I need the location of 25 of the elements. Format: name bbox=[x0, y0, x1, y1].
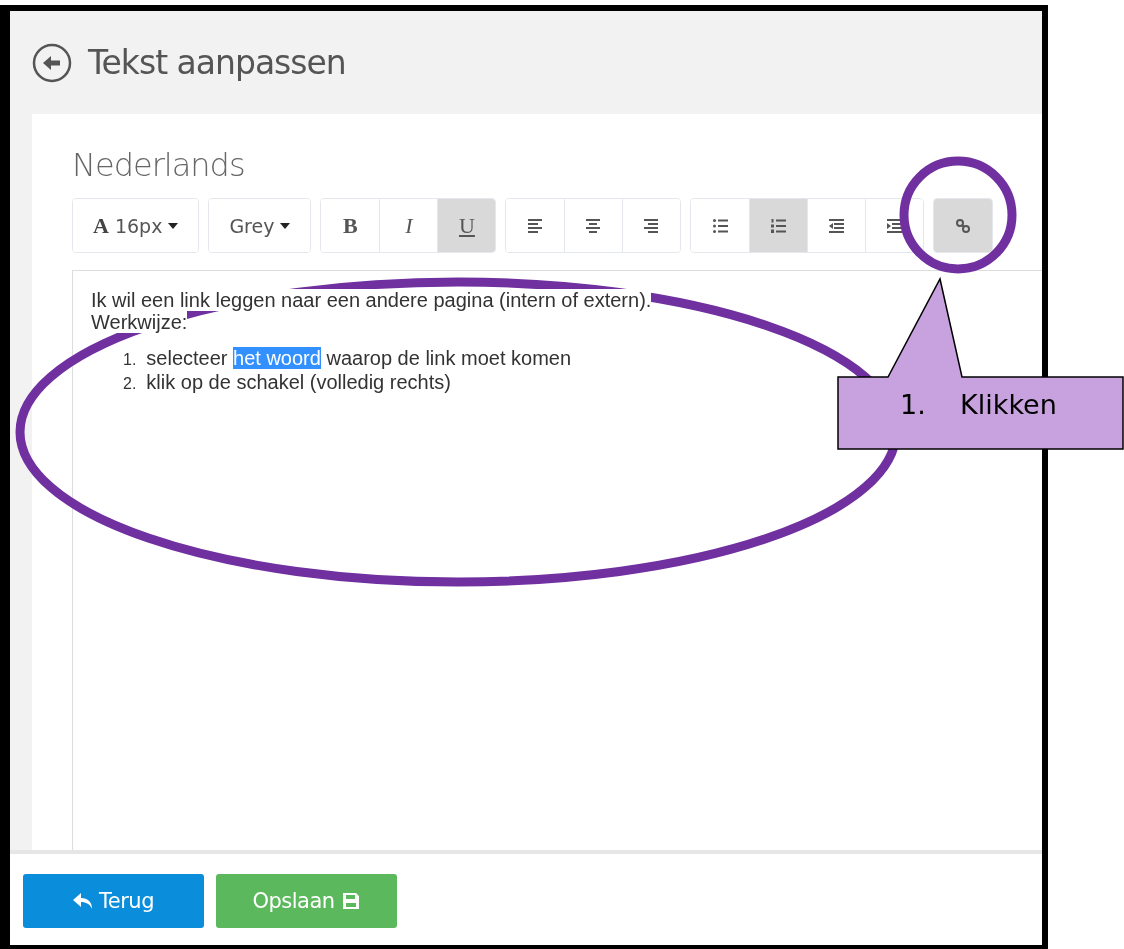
indent-icon bbox=[887, 218, 903, 233]
align-right-icon bbox=[644, 218, 660, 233]
list-number: 2. bbox=[123, 374, 137, 394]
language-heading: Nederlands bbox=[72, 146, 246, 184]
outdent-icon bbox=[829, 218, 845, 233]
reply-arrow-icon bbox=[73, 891, 93, 910]
bullet-list-icon bbox=[712, 218, 728, 233]
list-item-text: selecteer het woord waarop de link moet komen bbox=[146, 347, 572, 369]
numbered-list-icon bbox=[771, 218, 787, 233]
list-item-text: klik op de schakel (volledig rechts) bbox=[146, 371, 451, 393]
callout-label: 1. Klikken bbox=[900, 389, 1057, 420]
caret-icon bbox=[280, 222, 291, 229]
list-number: 1. bbox=[123, 350, 137, 370]
font-icon: A bbox=[93, 212, 109, 239]
underline-button[interactable]: U bbox=[437, 199, 496, 252]
font-size-dropdown[interactable]: A 16px bbox=[73, 199, 199, 252]
back-button[interactable]: Terug bbox=[23, 873, 204, 928]
align-center-icon bbox=[586, 218, 602, 233]
align-right-button[interactable] bbox=[622, 199, 681, 252]
link-icon bbox=[955, 218, 971, 233]
align-left-icon bbox=[527, 218, 543, 233]
caret-icon bbox=[168, 222, 179, 229]
link-button[interactable] bbox=[934, 199, 993, 252]
page-title: Tekst aanpassen bbox=[88, 43, 346, 82]
color-dropdown[interactable]: Grey bbox=[209, 199, 311, 252]
